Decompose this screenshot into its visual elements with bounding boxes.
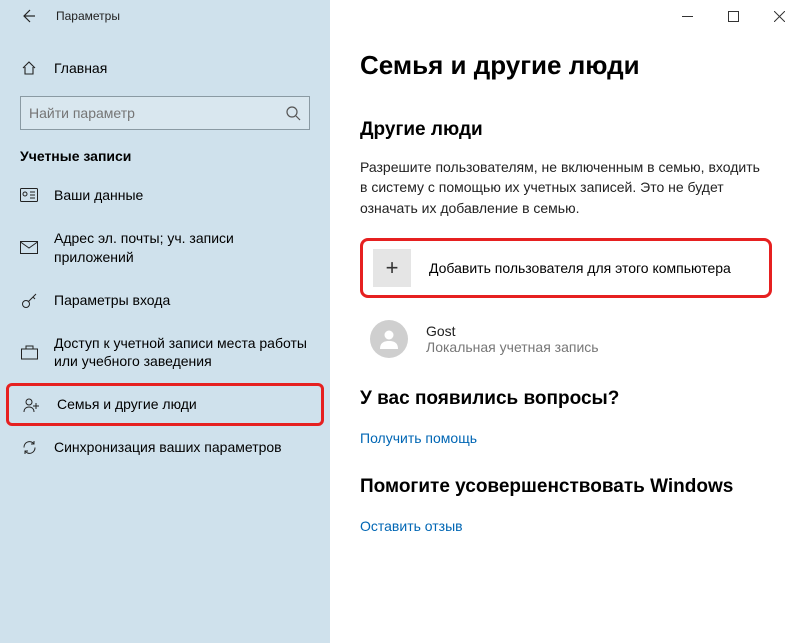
get-help-link[interactable]: Получить помощь	[360, 430, 477, 446]
minimize-icon	[682, 11, 693, 22]
other-people-heading: Другие люди	[360, 119, 772, 141]
nav-item-work-access[interactable]: Доступ к учетной записи места работы или…	[0, 322, 330, 384]
minimize-button[interactable]	[664, 0, 710, 32]
nav-item-label: Семья и другие люди	[57, 395, 197, 414]
nav-item-your-info[interactable]: Ваши данные	[0, 174, 330, 217]
plus-icon: +	[373, 249, 411, 287]
other-people-description: Разрешите пользователям, не включенным в…	[360, 157, 770, 218]
sync-icon	[20, 439, 38, 456]
content-pane: Семья и другие люди Другие люди Разрешит…	[330, 0, 802, 643]
nav-item-email[interactable]: Адрес эл. почты; уч. записи приложений	[0, 217, 330, 279]
home-nav[interactable]: Главная	[0, 50, 330, 86]
avatar	[370, 320, 408, 358]
key-icon	[20, 292, 38, 309]
nav-item-label: Параметры входа	[54, 291, 170, 310]
sidebar: Главная Учетные записи Ваши данные Адрес…	[0, 0, 330, 643]
home-icon	[20, 60, 38, 76]
feedback-link[interactable]: Оставить отзыв	[360, 518, 463, 534]
close-button[interactable]	[756, 0, 802, 32]
people-icon	[23, 397, 41, 413]
maximize-button[interactable]	[710, 0, 756, 32]
nav-item-label: Адрес эл. почты; уч. записи приложений	[54, 229, 310, 267]
section-label: Учетные записи	[0, 148, 330, 174]
search-icon	[285, 105, 301, 121]
home-label: Главная	[54, 60, 107, 76]
arrow-left-icon	[20, 8, 36, 24]
add-user-button[interactable]: + Добавить пользователя для этого компью…	[360, 238, 772, 298]
nav-item-sync[interactable]: Синхронизация ваших параметров	[0, 426, 330, 469]
user-name: Gost	[426, 323, 599, 339]
maximize-icon	[728, 11, 739, 22]
nav-item-label: Синхронизация ваших параметров	[54, 438, 282, 457]
user-row[interactable]: Gost Локальная учетная запись	[360, 320, 772, 358]
close-icon	[774, 11, 785, 22]
window-title: Параметры	[56, 9, 120, 23]
search-input[interactable]	[29, 105, 260, 121]
nav-item-label: Доступ к учетной записи места работы или…	[54, 334, 310, 372]
briefcase-icon	[20, 345, 38, 360]
nav-item-label: Ваши данные	[54, 186, 143, 205]
improve-heading: Помогите усовершенствовать Windows	[360, 476, 772, 498]
questions-heading: У вас появились вопросы?	[360, 388, 772, 410]
person-icon	[377, 327, 401, 351]
user-info: Gost Локальная учетная запись	[426, 323, 599, 355]
back-button[interactable]	[18, 6, 38, 26]
nav-item-family[interactable]: Семья и другие люди	[6, 383, 324, 426]
add-user-label: Добавить пользователя для этого компьюте…	[429, 260, 731, 276]
id-card-icon	[20, 188, 38, 202]
mail-icon	[20, 241, 38, 254]
user-type: Локальная учетная запись	[426, 339, 599, 355]
page-title: Семья и другие люди	[360, 50, 772, 81]
search-box[interactable]	[20, 96, 310, 130]
nav-item-signin-options[interactable]: Параметры входа	[0, 279, 330, 322]
